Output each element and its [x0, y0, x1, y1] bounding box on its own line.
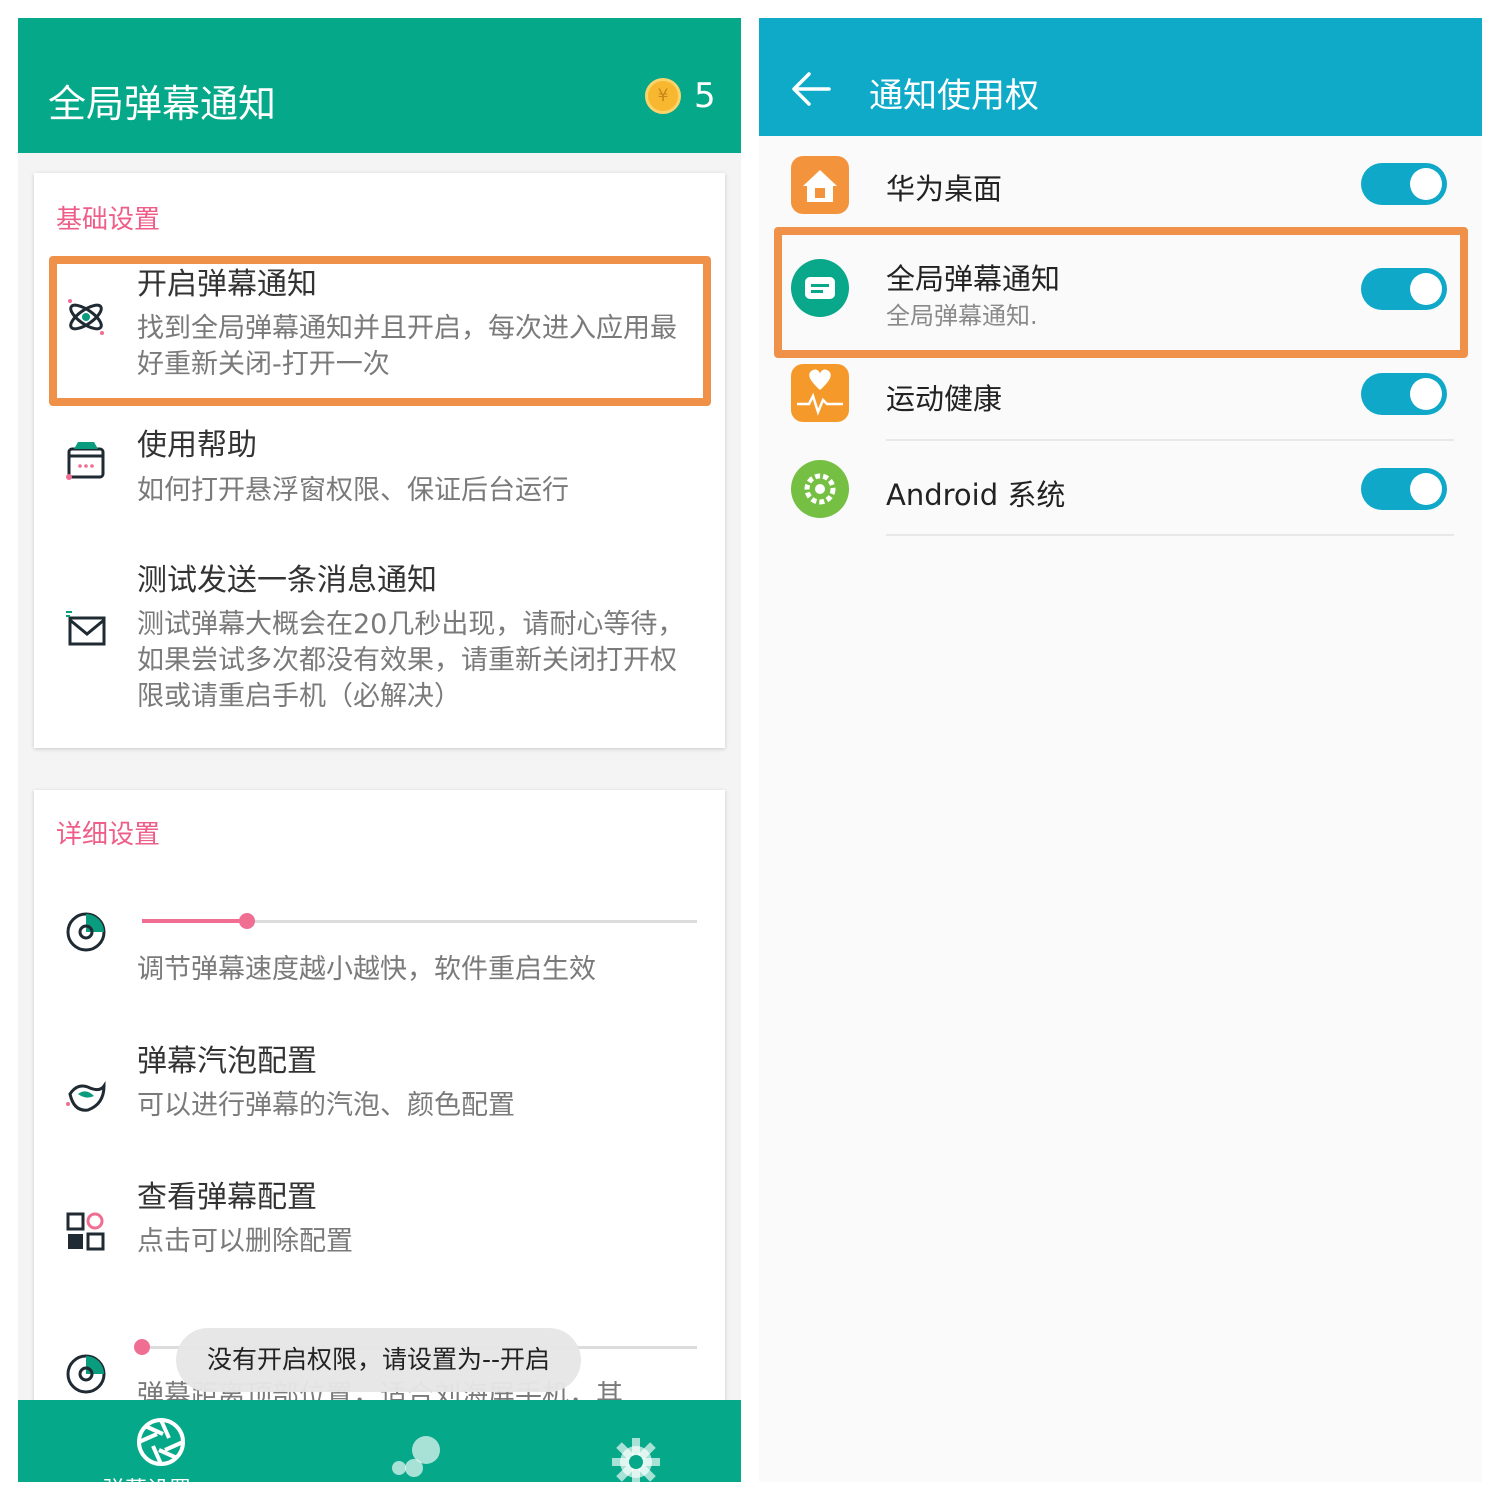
help-title: 使用帮助	[137, 428, 257, 463]
dots-icon	[392, 1436, 440, 1477]
permission-toast: 没有开启权限，请设置为--开启	[176, 1328, 581, 1392]
test-send-title: 测试发送一条消息通知	[137, 563, 437, 598]
android-system-icon	[791, 460, 849, 518]
toggle-knob	[1410, 168, 1442, 200]
speed-slider-fill	[142, 919, 248, 923]
app-name: 运动健康	[886, 382, 1003, 416]
view-config-title: 查看弹幕配置	[137, 1180, 317, 1215]
toggle-knob	[1410, 378, 1442, 410]
health-app-icon	[791, 364, 849, 422]
view-config-desc: 点击可以删除配置	[137, 1226, 353, 1257]
position-dial-icon	[66, 1354, 106, 1394]
detail-section-title: 详细设置	[56, 820, 161, 850]
app-row-health: 运动健康	[759, 364, 1482, 464]
help-desc: 如何打开悬浮窗权限、保证后台运行	[137, 475, 569, 506]
app-row-android-system: Android 系统	[759, 460, 1482, 540]
app-name: Android 系统	[886, 478, 1066, 512]
speed-desc: 调节弹幕速度越小越快，软件重启生效	[137, 954, 596, 985]
bird-icon	[66, 1081, 106, 1112]
bubble-config-desc: 可以进行弹幕的汽泡、颜色配置	[137, 1090, 515, 1121]
page-title: 通知使用权	[869, 76, 1039, 116]
speed-dial-icon	[66, 912, 106, 952]
home-app-icon	[791, 156, 849, 214]
test-send-desc: 测试弹幕大概会在20几秒出现，请耐心等待，如果尝试多次都没有效果，请重新关闭打开…	[137, 609, 685, 712]
toggle-knob	[1410, 473, 1442, 505]
highlight-box	[49, 256, 711, 406]
highlight-box	[774, 227, 1468, 358]
coin-icon[interactable]: ¥	[645, 78, 681, 114]
notification-toggle[interactable]	[1361, 468, 1447, 510]
app-name: 华为桌面	[886, 172, 1003, 206]
tab-danmaku-settings-label: 弹幕设置	[103, 1472, 191, 1482]
divider	[886, 439, 1454, 441]
basic-section-title: 基础设置	[56, 205, 161, 235]
left-screen: 全局弹幕通知 ¥ 5 基础设置 开启弹幕通知 找到全局弹幕通知并且开启，每次进入…	[18, 18, 741, 1482]
app-title: 全局弹幕通知	[48, 82, 277, 126]
app-bar: 全局弹幕通知 ¥ 5	[18, 18, 741, 153]
speed-slider-thumb[interactable]	[239, 913, 256, 929]
coin-count: 5	[694, 76, 716, 116]
position-slider-thumb[interactable]	[134, 1339, 150, 1355]
right-screen: 通知使用权 华为桌面 全局弹幕通知 全局弹幕通知. 运动健康 Android 系…	[759, 18, 1482, 1482]
notification-toggle[interactable]	[1361, 163, 1447, 205]
help-box-icon	[66, 442, 105, 480]
gear-icon	[612, 1438, 660, 1482]
bubble-config-title: 弹幕汽泡配置	[137, 1044, 317, 1079]
divider	[886, 534, 1454, 536]
notification-access-bar: 通知使用权	[759, 18, 1482, 136]
aperture-icon	[137, 1418, 185, 1466]
envelope-icon	[66, 611, 106, 646]
grid-config-icon	[66, 1212, 105, 1251]
bottom-nav: 弹幕设置	[18, 1400, 741, 1482]
notification-toggle[interactable]	[1361, 373, 1447, 415]
back-arrow-icon[interactable]	[789, 66, 835, 112]
